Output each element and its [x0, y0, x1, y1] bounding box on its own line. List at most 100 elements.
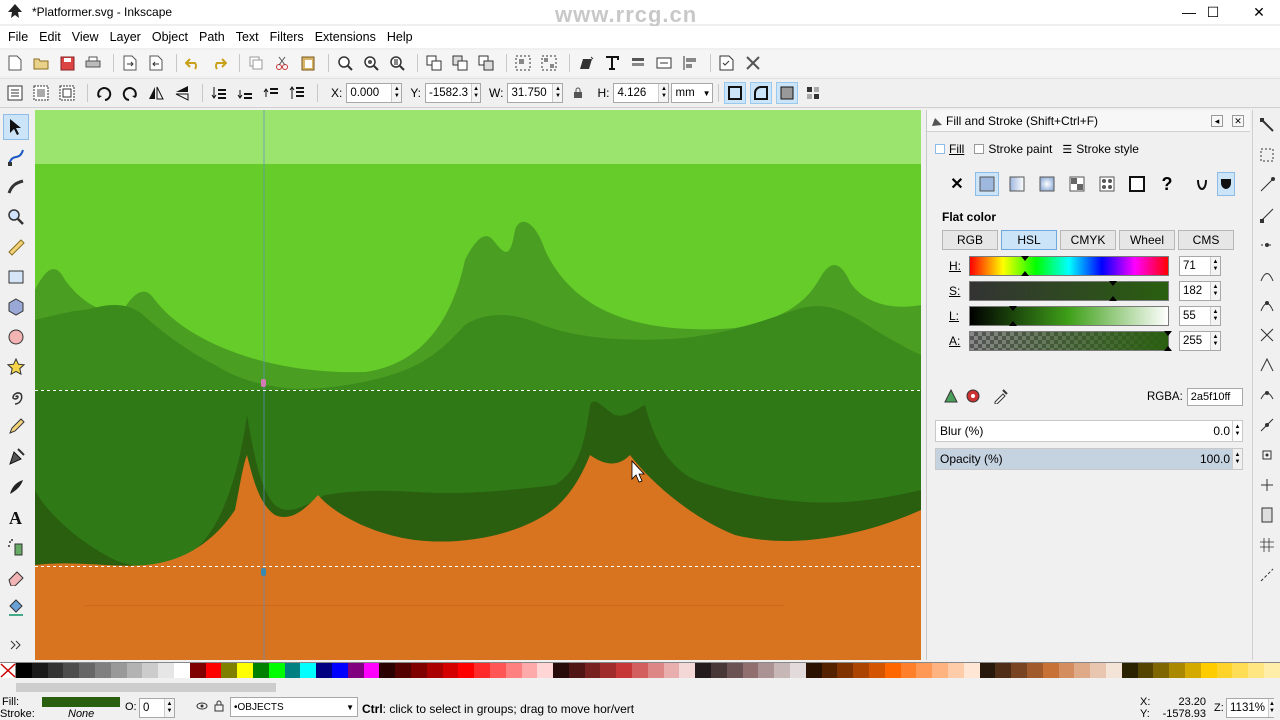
palette-swatch[interactable]: [695, 663, 712, 678]
palette-swatch[interactable]: [284, 663, 301, 678]
palette-swatch[interactable]: [79, 663, 95, 678]
snap-bbox-midpoints-icon[interactable]: [1258, 236, 1276, 254]
palette-swatch[interactable]: [110, 663, 127, 678]
palette-swatch[interactable]: [1011, 663, 1027, 678]
raise-icon[interactable]: [260, 82, 282, 104]
palette-swatch[interactable]: [410, 663, 427, 678]
saturation-spinbox[interactable]: 182 ▲ ▼: [1179, 281, 1221, 301]
hue-value[interactable]: 71: [1180, 260, 1210, 272]
palette-swatch[interactable]: [1137, 663, 1154, 678]
spin-arrows-icon[interactable]: ▲ ▼: [1232, 421, 1242, 441]
unknown-paint-icon[interactable]: ?: [1155, 172, 1179, 196]
tab-cmyk[interactable]: CMYK: [1060, 230, 1116, 250]
out-of-gamut-icon[interactable]: [965, 388, 983, 406]
saturation-slider-thumb[interactable]: [1109, 281, 1117, 286]
h-spinbox[interactable]: 4.126 ▲ ▼: [613, 83, 670, 103]
palette-swatch[interactable]: [1105, 663, 1122, 678]
palette-swatch[interactable]: [932, 663, 949, 678]
palette-swatch[interactable]: [426, 663, 443, 678]
palette-swatch[interactable]: [395, 663, 411, 678]
opacity-spinbox[interactable]: 0 ▲ ▼: [139, 698, 175, 718]
zoom-tool-icon[interactable]: [3, 204, 29, 230]
hue-spinbox[interactable]: 71 ▲ ▼: [1179, 256, 1221, 276]
palette-swatch[interactable]: [1184, 663, 1201, 678]
snap-paths-icon[interactable]: [1258, 296, 1276, 314]
pencil-tool-icon[interactable]: [3, 414, 29, 440]
raise-to-top-icon[interactable]: [286, 82, 308, 104]
eyedropper-icon[interactable]: [993, 388, 1011, 406]
palette-swatch[interactable]: [1248, 663, 1264, 678]
menu-path[interactable]: Path: [195, 30, 229, 44]
layer-lock-icon[interactable]: [214, 700, 224, 715]
palette-swatch[interactable]: [142, 663, 159, 678]
fill-rule-nonzero-icon[interactable]: [1217, 172, 1235, 196]
palette-swatch[interactable]: [173, 663, 190, 678]
transform-patterns-toggle-icon[interactable]: [802, 82, 824, 104]
text-font-icon[interactable]: [601, 52, 623, 74]
tab-stroke-paint[interactable]: Stroke paint: [974, 142, 1052, 156]
select-all-icon[interactable]: [4, 82, 26, 104]
clone-icon[interactable]: [449, 52, 471, 74]
snap-rotation-center-icon[interactable]: [1258, 476, 1276, 494]
palette-swatch[interactable]: [600, 663, 617, 678]
object-props-icon[interactable]: [653, 52, 675, 74]
node-tool-icon[interactable]: [3, 144, 29, 170]
palette-swatch[interactable]: [300, 663, 317, 678]
snap-grid-icon[interactable]: [1258, 536, 1276, 554]
snap-bbox-edges-icon[interactable]: [1258, 176, 1276, 194]
spin-arrows-icon[interactable]: ▲ ▼: [1210, 307, 1220, 325]
spray-tool-icon[interactable]: [3, 534, 29, 560]
redo-icon[interactable]: [208, 52, 230, 74]
palette-swatch[interactable]: [331, 663, 348, 678]
palette-swatch[interactable]: [205, 663, 222, 678]
palette-swatch[interactable]: [584, 663, 601, 678]
menu-extensions[interactable]: Extensions: [311, 30, 380, 44]
palette-swatch[interactable]: [963, 663, 980, 678]
spin-arrows-icon[interactable]: ▲ ▼: [1267, 699, 1275, 717]
palette-swatch[interactable]: [1042, 663, 1059, 678]
palette-swatch[interactable]: [1232, 663, 1249, 678]
tweak-tool-icon[interactable]: [3, 174, 29, 200]
palette-swatch[interactable]: [1027, 663, 1043, 678]
3d-box-tool-icon[interactable]: [3, 294, 29, 320]
palette-swatch[interactable]: [489, 663, 506, 678]
palette-swatch[interactable]: [616, 663, 633, 678]
palette-swatch[interactable]: [268, 663, 285, 678]
measure-tool-icon[interactable]: [3, 234, 29, 260]
palette-swatch[interactable]: [837, 663, 854, 678]
horizontal-scrollbar-thumb[interactable]: [16, 683, 276, 692]
open-folder-icon[interactable]: [30, 52, 52, 74]
palette-swatch[interactable]: [758, 663, 775, 678]
unset-paint-icon[interactable]: [1125, 172, 1149, 196]
palette-swatch[interactable]: [869, 663, 885, 678]
selector-tool-icon[interactable]: [3, 114, 29, 140]
palette-swatch[interactable]: [742, 663, 759, 678]
rotate-cw-icon[interactable]: [119, 82, 141, 104]
swatch-icon[interactable]: [1095, 172, 1119, 196]
spin-arrows-icon[interactable]: ▲ ▼: [471, 84, 481, 102]
rgba-input[interactable]: 2a5f10ff: [1186, 388, 1243, 406]
ellipse-tool-icon[interactable]: [3, 324, 29, 350]
zoom-selection-icon[interactable]: [334, 52, 356, 74]
palette-swatch[interactable]: [726, 663, 743, 678]
spin-arrows-icon[interactable]: ▲ ▼: [1232, 449, 1242, 469]
saturation-slider[interactable]: [969, 281, 1169, 301]
palette-swatch[interactable]: [537, 663, 554, 678]
eraser-tool-icon[interactable]: [3, 564, 29, 590]
spin-arrows-icon[interactable]: ▲ ▼: [658, 84, 669, 102]
palette-swatch[interactable]: [1263, 663, 1280, 678]
menu-object[interactable]: Object: [148, 30, 192, 44]
alpha-slider[interactable]: [969, 331, 1172, 351]
palette-swatch[interactable]: [948, 663, 964, 678]
x-spinbox[interactable]: 0.000 ▲ ▼: [346, 83, 403, 103]
ungroup-icon[interactable]: [538, 52, 560, 74]
preferences-icon[interactable]: [742, 52, 764, 74]
flip-horizontal-icon[interactable]: [145, 82, 167, 104]
alpha-slider-thumb[interactable]: [1164, 331, 1172, 336]
palette-swatch[interactable]: [237, 663, 253, 678]
zoom-drawing-icon[interactable]: [360, 52, 382, 74]
save-icon[interactable]: [56, 52, 78, 74]
menu-help[interactable]: Help: [383, 30, 417, 44]
palette-swatch[interactable]: [821, 663, 838, 678]
horizontal-scrollbar[interactable]: [14, 680, 1264, 694]
